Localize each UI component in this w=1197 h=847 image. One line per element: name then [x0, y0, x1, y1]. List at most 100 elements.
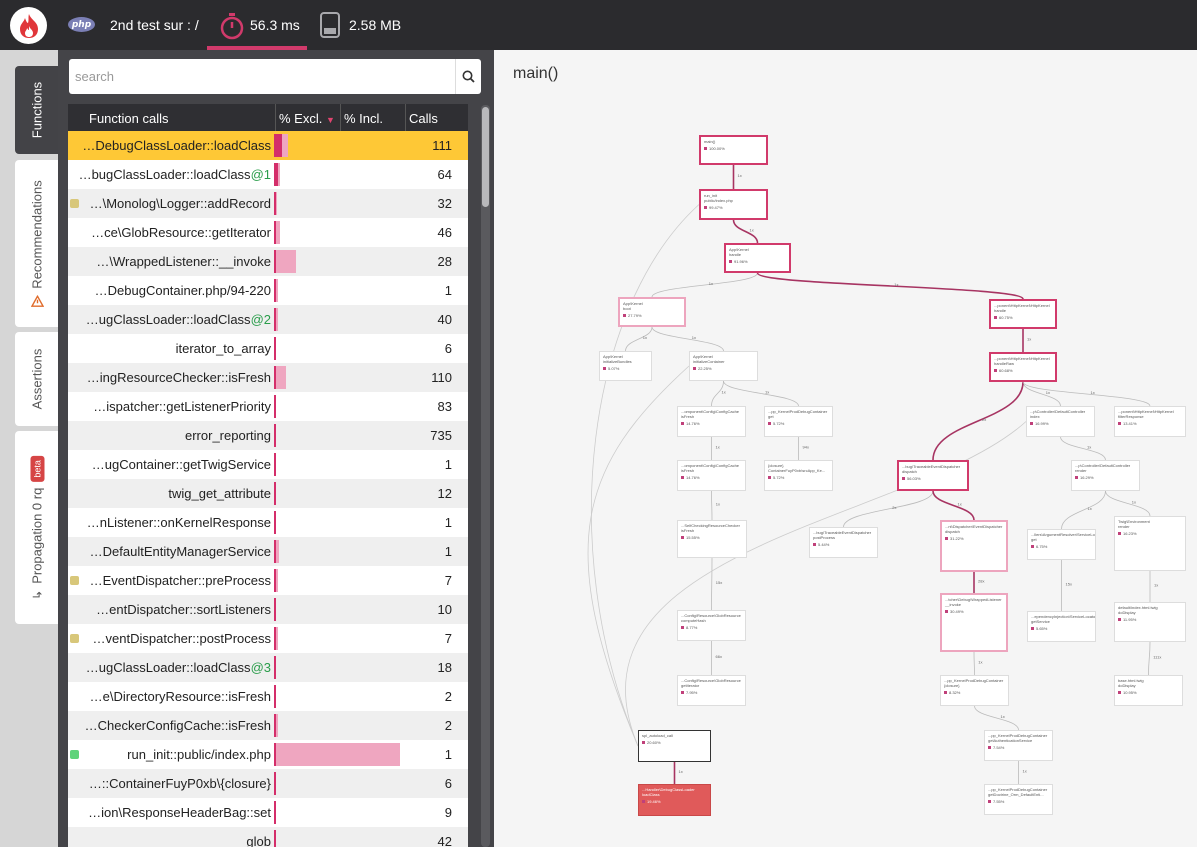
table-row[interactable]: …ispatcher::getListenerPriority 83	[68, 392, 468, 421]
tab-functions[interactable]: Functions	[15, 66, 58, 154]
graph-node[interactable]: {closure} ContainerFuyP0xb\srcApp_Ke... 5.…	[764, 460, 833, 491]
table-row[interactable]: …DefaultEntityManagerService 1	[68, 537, 468, 566]
table-row[interactable]: …nListener::onKernelResponse 1	[68, 508, 468, 537]
call-count: 1	[444, 747, 452, 762]
graph-node[interactable]: ...Handler\DebugClassLoader loadClass 19.4…	[638, 784, 711, 816]
table-row[interactable]: …\Monolog\Logger::addRecord 32	[68, 189, 468, 218]
graph-node[interactable]: ...bug\TraceableEventDispatcher postProce…	[809, 527, 878, 558]
recursion-suffix: @2	[250, 312, 271, 327]
node-label: ContainerFuyP0xb\srcApp_Ke...	[768, 468, 826, 473]
scrollbar-thumb[interactable]	[482, 107, 489, 207]
graph-node[interactable]: ...ponent\HttpKernel\HttpKernel filterRes…	[1114, 406, 1186, 437]
graph-node[interactable]: App\Kernel handle 91.96%	[724, 243, 791, 273]
tab-assertions[interactable]: Assertions	[15, 332, 58, 426]
graph-node[interactable]: spl_autoload_call 20.60%	[638, 730, 711, 762]
table-scrollbar[interactable]	[481, 105, 490, 847]
profile-title[interactable]: 2nd test sur : /	[110, 17, 199, 33]
table-row[interactable]: …::ContainerFuyP0xb\{closure} 6	[68, 769, 468, 798]
graph-node[interactable]: ...llers\ArgumentResolver\ServiceLocator…	[1027, 529, 1096, 560]
graph-node[interactable]: ...nt\Dispatcher\EventDispatcher dispatch…	[940, 520, 1008, 572]
graph-node[interactable]: ...pp_KernelProdDebugContainer {closure} 8…	[940, 675, 1009, 706]
graph-edge	[651, 326, 724, 352]
stopwatch-icon	[220, 13, 244, 40]
table-row[interactable]: iterator_to_array 6	[68, 334, 468, 363]
function-name-text: …bugClassLoader::loadClass	[78, 167, 251, 182]
tab-propagation[interactable]: ↳ Propagation 0 rq beta	[15, 431, 58, 624]
graph-node[interactable]: ...pp_KernelProdDebugContainer getAuthent…	[984, 730, 1053, 761]
table-header: Function calls % Excl. ▼ % Incl. Calls	[68, 104, 468, 131]
exclusive-bar	[274, 192, 276, 215]
table-row[interactable]: …ventDispatcher::postProcess 7	[68, 624, 468, 653]
tab-recommendations[interactable]: Recommendations	[15, 160, 58, 327]
graph-edge	[1060, 436, 1106, 461]
graph-node[interactable]: ...tcher\Debug\WrappedListener __invoke 30…	[940, 593, 1008, 652]
table-row[interactable]: run_init::public/index.php 1	[68, 740, 468, 769]
graph-node[interactable]: Twig\Environment render 16.23%	[1114, 516, 1186, 571]
table-row[interactable]: twig_get_attribute 12	[68, 479, 468, 508]
node-percent: 22.25%	[693, 366, 754, 371]
table-row[interactable]: …ugClassLoader::loadClass@3 18	[68, 653, 468, 682]
table-row[interactable]: …e\DirectoryResource::isFresh 2	[68, 682, 468, 711]
graph-node[interactable]: ...ponent\HttpKernel\HttpKernel handleRaw…	[989, 352, 1057, 382]
call-count: 9	[444, 805, 452, 820]
graph-node[interactable]: App\Kernel initializeBundles 5.07%	[599, 351, 652, 381]
function-name-text: …::ContainerFuyP0xb\{closure}	[88, 776, 271, 791]
table-row[interactable]: …DebugContainer.php/94-220 1	[68, 276, 468, 305]
col-calls[interactable]: Calls	[409, 111, 438, 126]
category-marker	[70, 750, 79, 759]
edge-call-count: 1x	[709, 281, 713, 286]
edge-call-count: 1x	[1088, 506, 1092, 511]
table-row[interactable]: …\WrappedListener::__invoke 28	[68, 247, 468, 276]
table-row[interactable]: …ce\GlobResource::getIterator 46	[68, 218, 468, 247]
table-row[interactable]: …EventDispatcher::preProcess 7	[68, 566, 468, 595]
col-excl[interactable]: % Excl. ▼	[279, 111, 335, 126]
node-percent: 14.76%	[681, 475, 742, 480]
graph-node[interactable]: main() 100.00%	[699, 135, 768, 165]
graph-node[interactable]: App\Kernel initializeContainer 22.25%	[689, 351, 758, 381]
table-row[interactable]: …ugContainer::getTwigService 1	[68, 450, 468, 479]
blackfire-logo[interactable]	[10, 7, 47, 44]
graph-node[interactable]: ...p\Controller\DefaultController render 1…	[1071, 460, 1140, 491]
node-percent: 30.49%	[945, 609, 1003, 614]
graph-node[interactable]: run_init public/index.php 99.47%	[699, 189, 768, 220]
table-row[interactable]: …ingResourceChecker::isFresh 110	[68, 363, 468, 392]
call-graph[interactable]: main() 1x 1x 1x 1x 1x 1x 1x 1x 1x 1x 2x 1x 1x 94x 1x 2x…	[494, 50, 1197, 847]
graph-node[interactable]: ...bug\TraceableEventDispatcher dispatch 5…	[897, 460, 969, 491]
node-label: index	[1030, 414, 1040, 419]
metric-wall-time[interactable]: 56.3 ms	[207, 0, 307, 50]
graph-edge	[625, 326, 653, 352]
graph-node[interactable]: base.html.twig doDisplay 10.95%	[1114, 675, 1183, 706]
graph-node[interactable]: App\Kernel boot 27.79%	[618, 297, 686, 327]
table-row[interactable]: …ion\ResponseHeaderBag::set 9	[68, 798, 468, 827]
edge-call-count: 1x	[692, 335, 696, 340]
search-button[interactable]	[455, 59, 481, 94]
col-incl[interactable]: % Incl.	[344, 111, 383, 126]
table-row[interactable]: glob 42	[68, 827, 468, 847]
graph-node[interactable]: default/index.html.twig doDisplay 11.95%	[1114, 602, 1186, 642]
node-percent: 60.75%	[994, 315, 1052, 320]
table-row[interactable]: …DebugClassLoader::loadClass 111	[68, 131, 468, 160]
table-row[interactable]: …ugClassLoader::loadClass@2 40	[68, 305, 468, 334]
graph-node[interactable]: ...ponent\HttpKernel\HttpKernel handle 60.…	[989, 299, 1057, 329]
table-row[interactable]: …entDispatcher::sortListeners 10	[68, 595, 468, 624]
graph-node[interactable]: ...pp_KernelProdDebugContainer get 5.72%	[764, 406, 833, 437]
function-name-text: …DebugContainer.php/94-220	[94, 283, 271, 298]
table-row[interactable]: …CheckerConfigCache::isFresh 2	[68, 711, 468, 740]
function-name: …DefaultEntityManagerService	[90, 544, 271, 559]
node-percent: 10.95%	[1118, 690, 1179, 695]
col-function-calls[interactable]: Function calls	[89, 111, 168, 126]
graph-node[interactable]: ...p\Controller\DefaultController index 16…	[1026, 406, 1095, 437]
table-row[interactable]: error_reporting 735	[68, 421, 468, 450]
graph-node[interactable]: ...Config\Resource\GlobResource getIterat…	[677, 675, 746, 706]
graph-node[interactable]: ...Config\Resource\GlobResource computeHa…	[677, 610, 746, 641]
graph-node[interactable]: ...omponent\Config\ConfigCache isFresh 14.…	[677, 406, 746, 437]
edge-call-count: 94x	[803, 445, 809, 450]
node-label: __invoke	[945, 602, 962, 607]
graph-node[interactable]: ...pp_KernelProdDebugContainer getDoctrin…	[984, 784, 1053, 815]
node-label: render	[1118, 524, 1130, 529]
graph-node[interactable]: ...omponent\Config\ConfigCache isFresh 14.…	[677, 460, 746, 491]
search-input[interactable]	[69, 59, 454, 94]
graph-node[interactable]: ...SelfCheckingResourceChecker isFresh 15.…	[677, 520, 747, 558]
table-row[interactable]: …bugClassLoader::loadClass@1 64	[68, 160, 468, 189]
graph-node[interactable]: ...ependencyInjection\ServiceLocator getS…	[1027, 611, 1096, 642]
